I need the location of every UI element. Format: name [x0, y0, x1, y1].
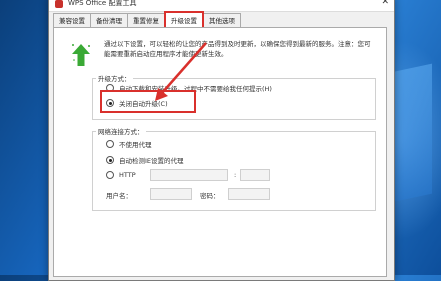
proxy-host-input[interactable] [150, 169, 228, 181]
password-input[interactable] [228, 188, 270, 200]
upgrade-settings-panel: 通过以下设置，可以轻松的让您的产品得到及时更新，以确保您得到最新的服务。注意：您… [53, 27, 387, 277]
network-label: 网络连接方式： [96, 126, 146, 136]
upgrade-mode-label: 升级方式： [96, 73, 133, 83]
radio-ie-proxy[interactable] [106, 156, 114, 164]
option-http-proxy[interactable]: HTTP [106, 171, 136, 179]
proxy-port-input[interactable] [240, 169, 270, 181]
window-title: WPS Office 配置工具 [68, 0, 137, 7]
radio-http-proxy[interactable] [106, 171, 114, 179]
tab-compat[interactable]: 兼容设置 [53, 13, 91, 27]
close-icon[interactable]: ✕ [381, 0, 389, 7]
upgrade-arrow-icon [72, 44, 90, 66]
option-no-proxy-label: 不使用代理 [119, 141, 152, 149]
radio-no-proxy[interactable] [106, 140, 114, 148]
port-separator: : [234, 171, 237, 179]
option-ie-proxy[interactable]: 自动检测IE设置的代理 [106, 155, 184, 165]
description-text: 通过以下设置，可以轻松的让您的产品得到及时更新，以确保您得到最新的服务。注意：您… [104, 40, 371, 58]
username-label: 用户名： [106, 192, 132, 200]
option-no-proxy[interactable]: 不使用代理 [106, 139, 152, 149]
tab-backup[interactable]: 备份清理 [90, 13, 128, 27]
app-icon [55, 0, 63, 8]
tab-reset[interactable]: 重置修复 [127, 13, 165, 27]
username-input[interactable] [150, 188, 192, 200]
option-http-proxy-label: HTTP [119, 171, 136, 179]
option-ie-proxy-label: 自动检测IE设置的代理 [119, 157, 184, 165]
tab-bar: 兼容设置 备份清理 重置修复 升级设置 其他选项 [53, 11, 241, 28]
config-dialog: WPS Office 配置工具 ✕ 兼容设置 备份清理 重置修复 升级设置 其他… [48, 0, 395, 281]
password-label: 密码： [200, 192, 220, 200]
highlight-box [100, 90, 196, 113]
tab-upgrade[interactable]: 升级设置 [164, 11, 204, 27]
title-bar: WPS Office 配置工具 ✕ [49, 0, 394, 12]
tab-other[interactable]: 其他选项 [203, 13, 241, 27]
